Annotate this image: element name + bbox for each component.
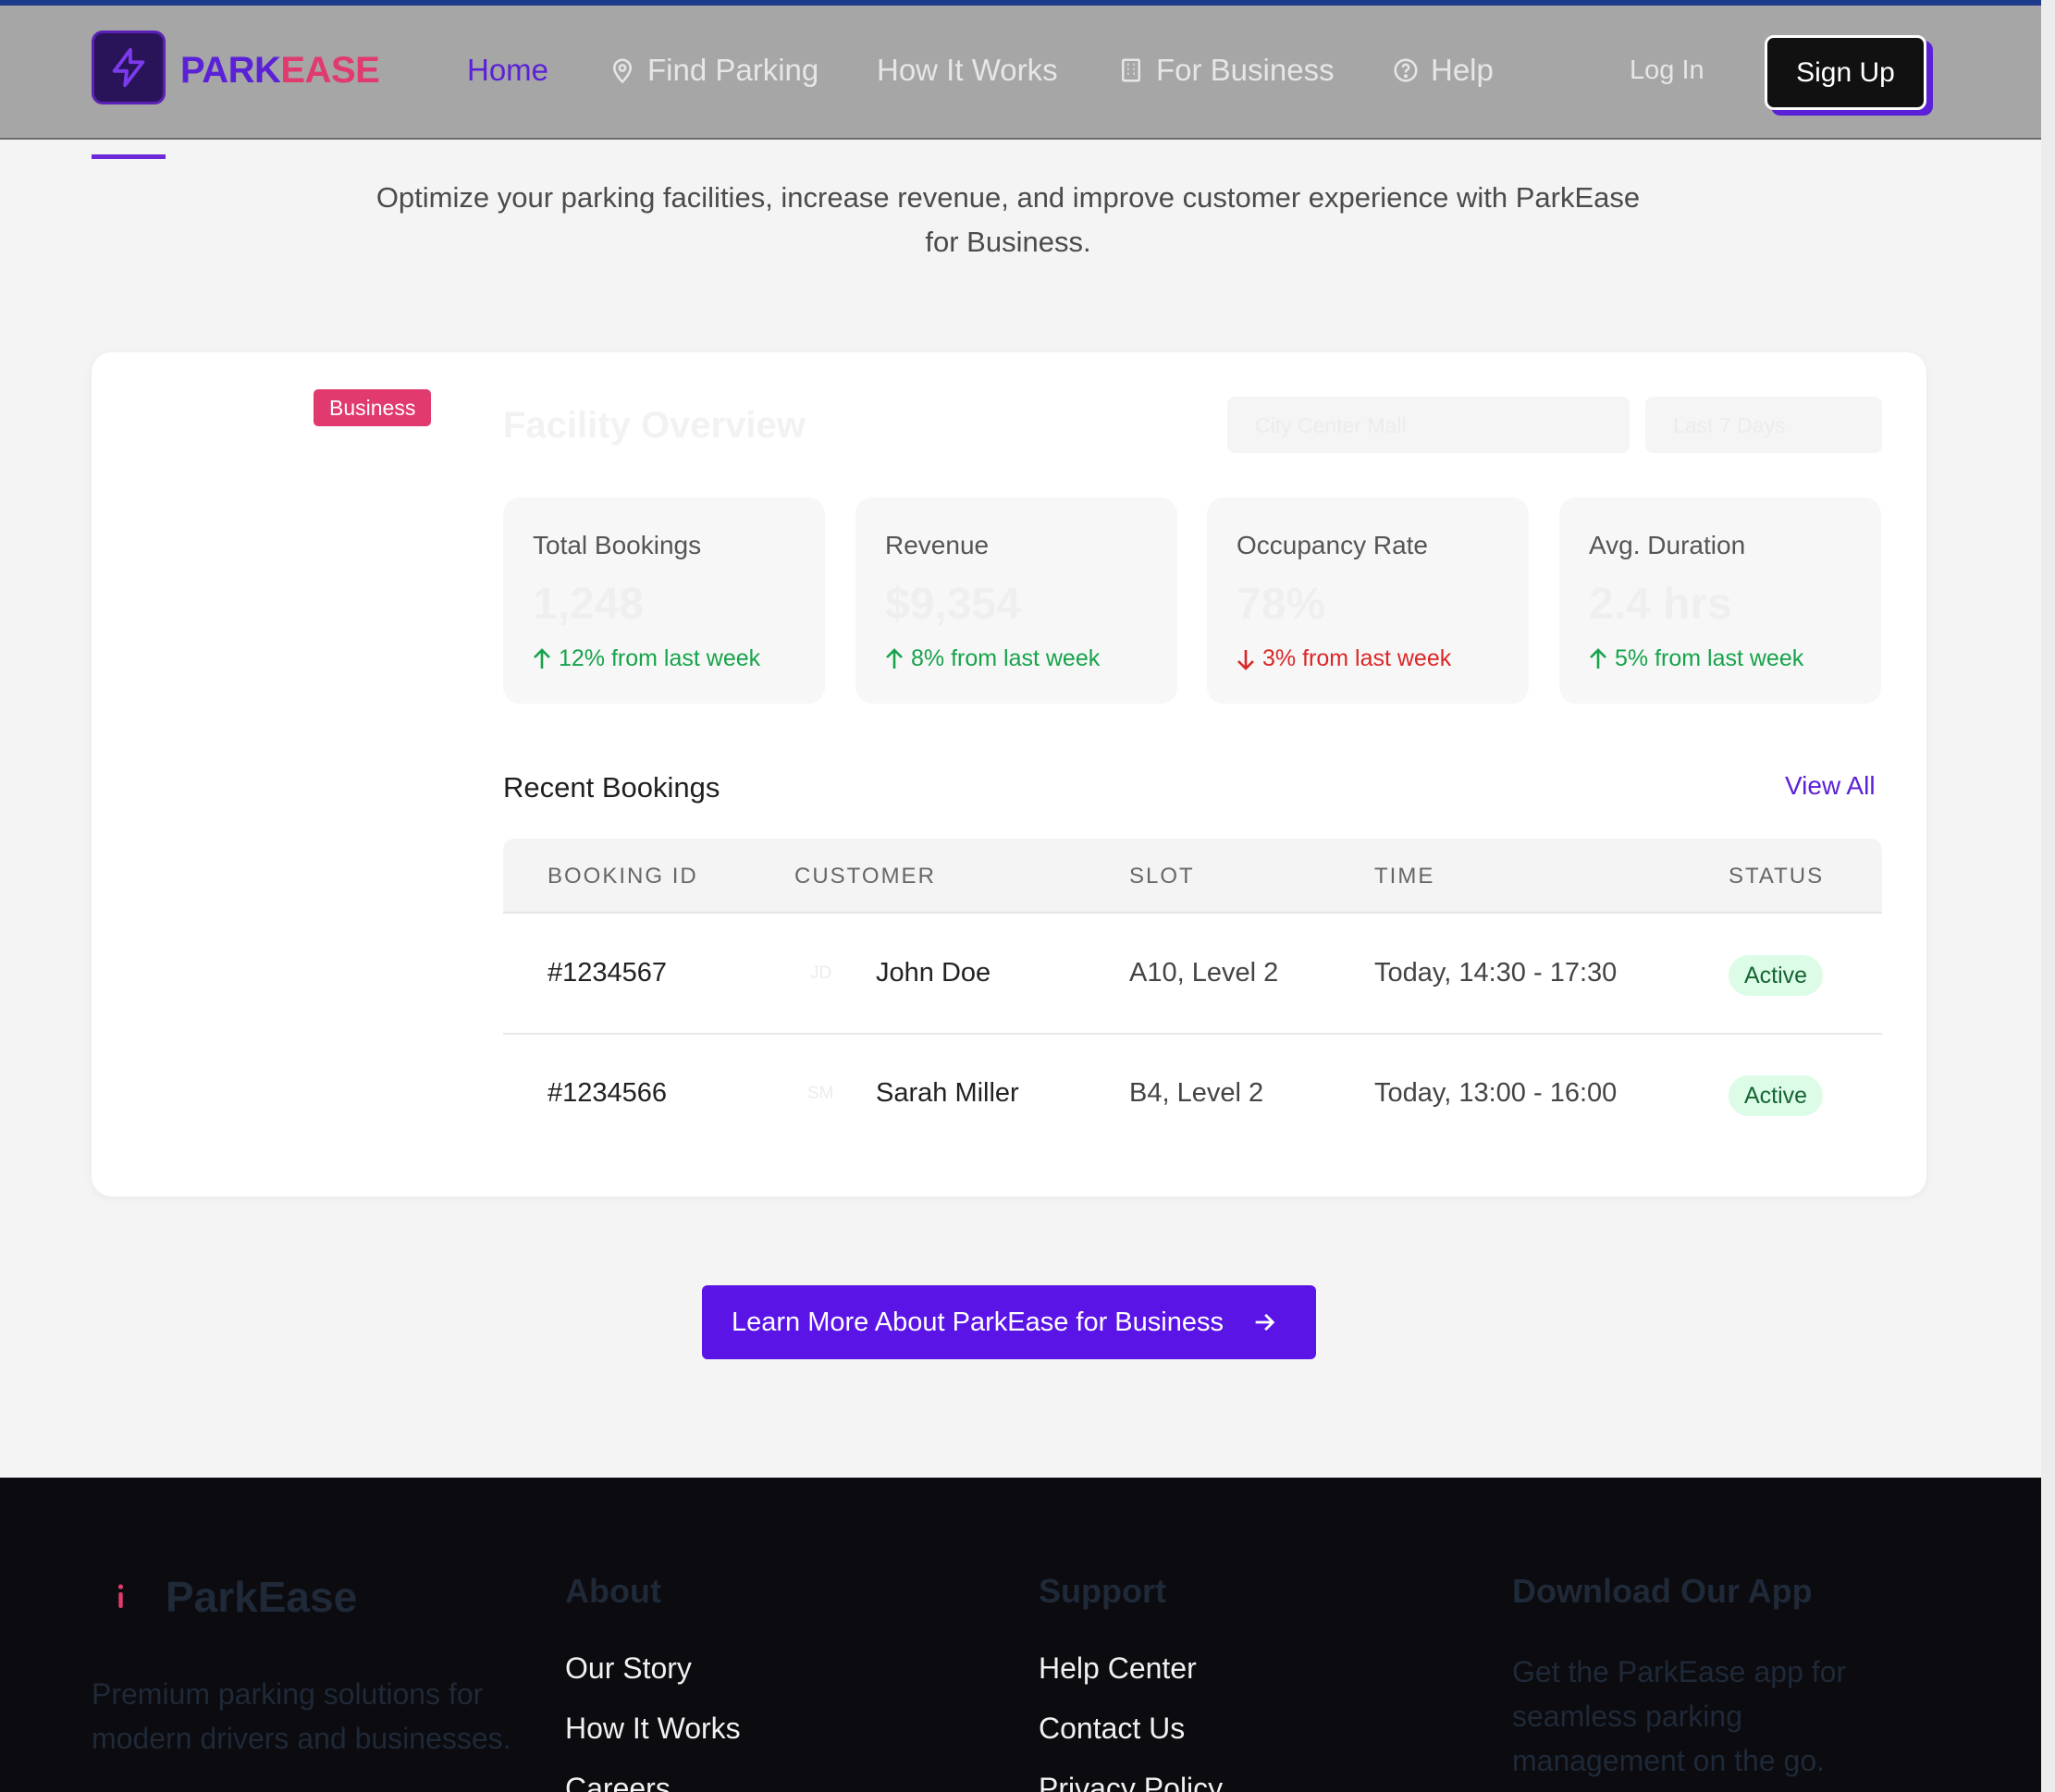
footer-link-careers[interactable]: Careers: [565, 1772, 671, 1792]
footer-brand[interactable]: ParkEase: [166, 1572, 357, 1622]
footer-link-how-it-works[interactable]: How It Works: [565, 1712, 741, 1746]
brand-mark-icon: [117, 1584, 124, 1608]
business-badge: Business: [314, 389, 432, 426]
stat-label: Occupancy Rate: [1237, 531, 1428, 559]
status-badge: Active: [1729, 1075, 1824, 1116]
nav-help-label: Help: [1431, 53, 1494, 87]
nav-for-business-label: For Business: [1156, 53, 1335, 87]
slot-cell: A10, Level 2: [1129, 958, 1279, 988]
column-header-customer: CUSTOMER: [794, 864, 936, 889]
lightning-icon: [112, 47, 145, 88]
booking-id-cell: #1234567: [548, 958, 668, 988]
footer-description: Premium parking solutions for modern dri…: [92, 1677, 511, 1755]
booking-id-cell: #1234566: [548, 1078, 668, 1108]
brand-part-park: PARK: [180, 50, 281, 91]
arrow-right-icon: [1255, 1313, 1275, 1332]
stat-card-avg-duration: Avg. Duration 2.4 hrs 5% from last week: [1559, 497, 1881, 704]
footer-link-help-center[interactable]: Help Center: [1039, 1651, 1197, 1686]
footer-link-privacy-policy[interactable]: Privacy Policy: [1039, 1772, 1223, 1792]
nav-how-it-works[interactable]: How It Works: [877, 53, 1058, 88]
facility-select[interactable]: City Center Mall: [1227, 397, 1630, 453]
stat-delta-text: 8% from last week: [911, 645, 1101, 671]
column-header-time: TIME: [1374, 864, 1435, 889]
stat-value: 2.4 hrs: [1589, 580, 1732, 629]
recent-bookings-title: Recent Bookings: [503, 771, 720, 804]
dashboard-preview-card: [92, 352, 1926, 1197]
footer-link-our-story[interactable]: Our Story: [565, 1651, 692, 1686]
time-cell: Today, 13:00 - 16:00: [1374, 1078, 1618, 1108]
footer-link-contact-us[interactable]: Contact Us: [1039, 1712, 1185, 1746]
nav-home-label: Home: [467, 53, 549, 87]
login-link[interactable]: Log In: [1630, 55, 1704, 86]
building-icon: [1122, 58, 1140, 82]
nav-for-business[interactable]: For Business: [1117, 53, 1335, 88]
column-header-booking-id: BOOKING ID: [548, 864, 698, 889]
stat-card-revenue: Revenue $9,354 8% from last week: [855, 497, 1177, 704]
active-nav-indicator: [92, 154, 166, 159]
business-intro-text: Optimize your parking facilities, increa…: [375, 181, 1641, 258]
customer-avatar: JD: [810, 964, 832, 983]
footer-app-text: Get the ParkEase app for seamless parkin…: [1512, 1655, 1847, 1777]
learn-more-business-button[interactable]: Learn More About ParkEase for Business: [702, 1285, 1316, 1359]
slot-cell: B4, Level 2: [1129, 1078, 1264, 1108]
stat-label: Avg. Duration: [1589, 531, 1746, 559]
stat-label: Revenue: [885, 531, 990, 559]
facility-overview-title: Facility Overview: [503, 405, 806, 446]
logo-mark[interactable]: [92, 31, 166, 104]
stat-delta-text: 5% from last week: [1615, 645, 1804, 671]
arrow-up-icon: [534, 647, 550, 669]
learn-more-label: Learn More About ParkEase for Business: [732, 1307, 1224, 1337]
signup-button[interactable]: Sign Up: [1765, 35, 1926, 110]
column-header-status: STATUS: [1729, 864, 1825, 889]
arrow-up-icon: [886, 647, 903, 669]
status-badge: Active: [1729, 955, 1824, 996]
stat-label: Total Bookings: [533, 531, 702, 559]
nav-home[interactable]: Home: [467, 53, 548, 88]
customer-avatar: SM: [807, 1084, 834, 1103]
row-divider: [503, 1033, 1882, 1035]
customer-name-cell: Sarah Miller: [876, 1078, 1019, 1108]
stat-value: 78%: [1237, 580, 1326, 629]
footer-about-title: About: [565, 1572, 661, 1610]
stat-card-total-bookings: Total Bookings 1,248 12% from last week: [503, 497, 825, 704]
help-circle-icon: [1394, 58, 1418, 82]
map-pin-icon: [612, 58, 633, 84]
nav-help[interactable]: Help: [1392, 53, 1494, 88]
view-all-link[interactable]: View All: [1785, 771, 1876, 801]
stat-delta-text: 12% from last week: [559, 645, 761, 671]
stat-delta-text: 3% from last week: [1262, 645, 1452, 671]
arrow-up-icon: [1590, 647, 1606, 669]
footer-app-title: Download Our App: [1512, 1572, 1813, 1610]
nav-how-it-works-label: How It Works: [877, 53, 1058, 87]
stat-delta: 5% from last week: [1587, 645, 1803, 672]
nav-find-parking[interactable]: Find Parking: [609, 53, 818, 88]
stat-delta: 3% from last week: [1235, 645, 1451, 672]
stat-value: $9,354: [885, 580, 1021, 629]
date-range-select[interactable]: Last 7 Days: [1645, 397, 1882, 453]
nav-find-parking-label: Find Parking: [647, 53, 819, 87]
stat-card-occupancy-rate: Occupancy Rate 78% 3% from last week: [1207, 497, 1529, 704]
stat-delta: 12% from last week: [531, 645, 760, 672]
brand-logo-text[interactable]: PARKEASE: [180, 50, 380, 92]
time-cell: Today, 14:30 - 17:30: [1374, 958, 1618, 988]
customer-name-cell: John Doe: [876, 958, 991, 988]
column-header-slot: SLOT: [1129, 864, 1195, 889]
page-scrollbar[interactable]: [2041, 0, 2055, 1792]
stat-value: 1,248: [533, 580, 645, 629]
brand-part-ease: EASE: [280, 50, 380, 91]
top-accent-bar: [0, 0, 2041, 6]
footer-support-title: Support: [1039, 1572, 1166, 1610]
arrow-down-icon: [1237, 649, 1254, 670]
stat-delta: 8% from last week: [883, 645, 1100, 672]
